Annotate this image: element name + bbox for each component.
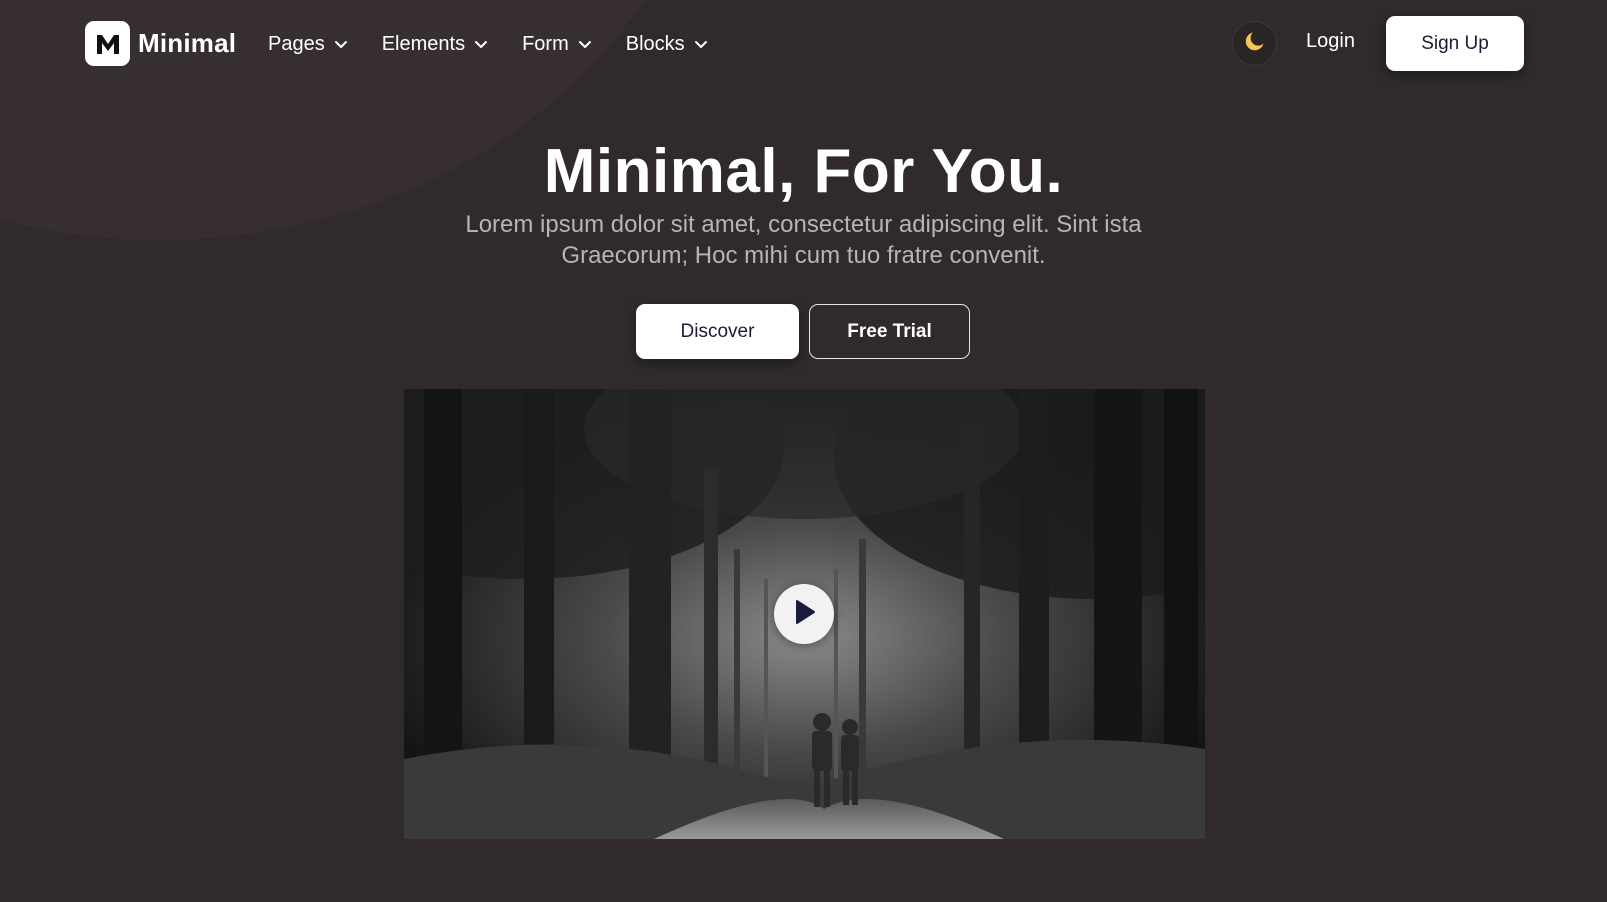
signup-button[interactable]: Sign Up [1386,16,1524,71]
hero-actions: Discover Free Trial [636,304,970,359]
m-logo-icon [85,21,130,66]
play-button[interactable] [774,584,834,644]
nav-item-pages[interactable]: Pages [268,26,349,62]
navbar: Minimal Pages Elements Form Blocks Login… [0,0,1607,88]
nav-item-blocks[interactable]: Blocks [626,26,709,62]
chevron-down-icon [333,36,349,52]
play-icon [792,599,816,630]
brand-name: Minimal [138,28,237,58]
nav-item-label: Form [522,32,569,55]
brand-link[interactable]: Minimal [85,21,236,66]
nav-item-label: Pages [268,32,325,55]
free-trial-button[interactable]: Free Trial [809,304,970,359]
chevron-down-icon [577,36,593,52]
theme-toggle-button[interactable] [1232,21,1277,66]
login-link[interactable]: Login [1306,30,1355,53]
hero-subtitle: Lorem ipsum dolor sit amet, consectetur … [465,211,1142,269]
nav-item-elements[interactable]: Elements [382,26,489,62]
main-menu: Pages Elements Form Blocks [268,26,742,62]
nav-item-label: Elements [381,32,466,55]
hero-title: Minimal, For You. [543,137,1064,206]
chevron-down-icon [473,36,489,52]
nav-item-form[interactable]: Form [522,26,593,62]
moon-icon [1243,29,1267,58]
nav-item-label: Blocks [625,32,685,55]
landing-page: Minimal Pages Elements Form Blocks Login… [0,0,1607,902]
video-player[interactable] [404,389,1205,839]
discover-button[interactable]: Discover [636,304,799,359]
chevron-down-icon [693,36,709,52]
